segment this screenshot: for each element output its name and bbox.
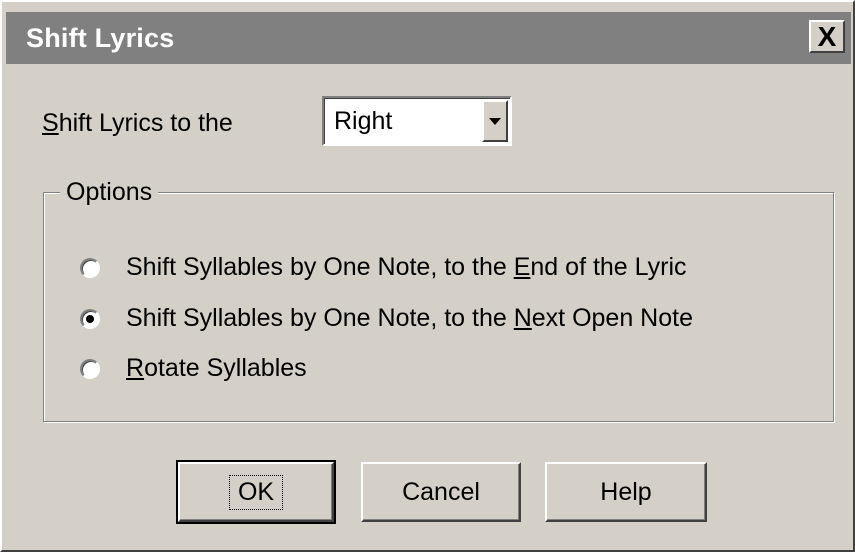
close-button[interactable]: X (809, 20, 845, 53)
options-legend: Options (60, 178, 159, 207)
close-icon: X (817, 20, 837, 52)
radio-shift-next-open-note[interactable]: Shift Syllables by One Note, to the Next… (80, 304, 693, 333)
cancel-button[interactable]: Cancel (361, 462, 521, 522)
help-button[interactable]: Help (545, 462, 707, 522)
title-bar: Shift Lyrics X (6, 12, 851, 64)
window-title: Shift Lyrics (26, 22, 175, 53)
shift-lyrics-dialog: Shift Lyrics X Shift Lyrics to the Right… (0, 0, 855, 552)
radio-label: Shift Syllables by One Note, to the Next… (126, 304, 693, 332)
radio-button-selected[interactable] (80, 308, 100, 329)
direction-select-value: Right (334, 107, 393, 135)
radio-button[interactable] (80, 257, 100, 278)
shift-lyrics-label: Shift Lyrics to the (42, 109, 233, 137)
radio-label: Shift Syllables by One Note, to the End … (126, 253, 687, 281)
direction-select[interactable]: Right (322, 96, 512, 146)
radio-shift-end-of-lyric[interactable]: Shift Syllables by One Note, to the End … (80, 253, 687, 282)
chevron-down-icon[interactable] (482, 100, 508, 142)
radio-button[interactable] (80, 358, 100, 379)
radio-rotate-syllables[interactable]: Rotate Syllables (80, 354, 307, 383)
radio-label: Rotate Syllables (126, 354, 307, 382)
ok-button[interactable]: OK (176, 460, 336, 524)
